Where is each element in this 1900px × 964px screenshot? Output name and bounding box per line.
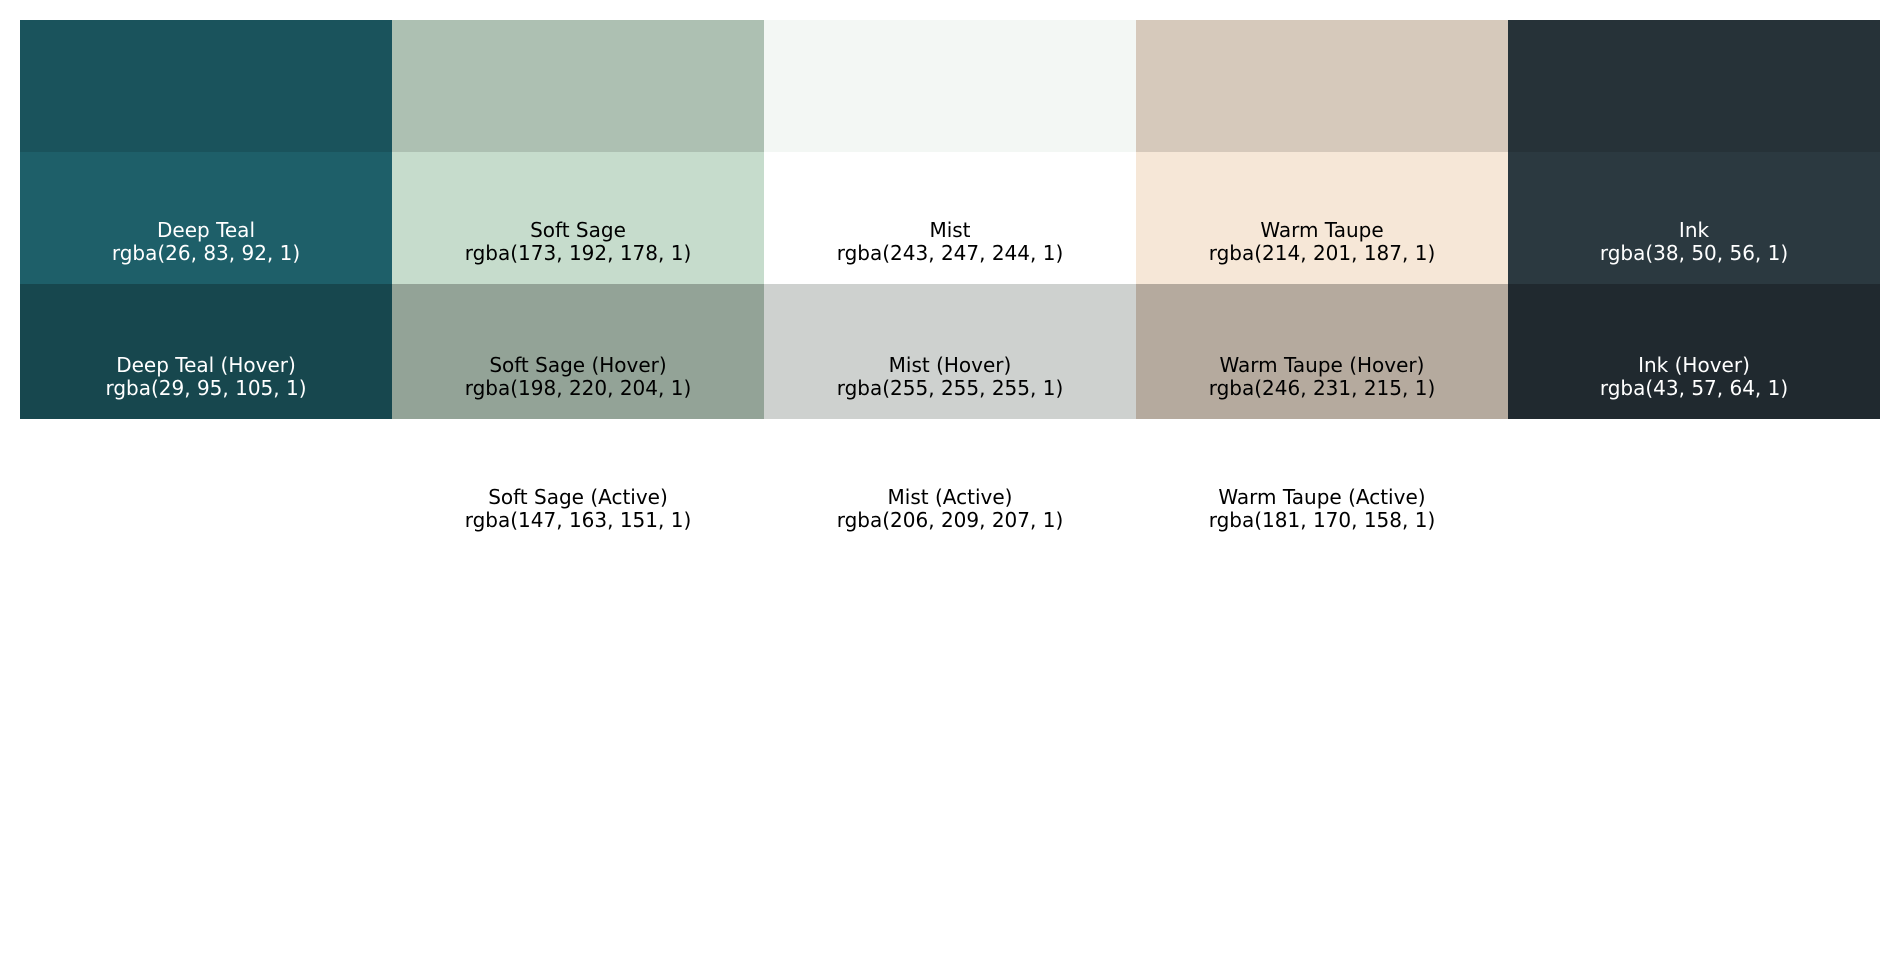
color-swatch-hover: Mist (Hover) rgba(255, 255, 255, 1) [764,284,1136,419]
color-label: Ink (Hover) rgba(43, 57, 64, 1) [1508,354,1880,400]
color-swatch-base: Warm Taupe rgba(214, 201, 187, 1) [1136,152,1508,284]
color-label: Soft Sage (Hover) rgba(198, 220, 204, 1) [392,354,764,400]
color-swatch-hover: Warm Taupe (Hover) rgba(246, 231, 215, 1… [1136,284,1508,419]
color-name: Soft Sage (Hover) [489,353,667,377]
color-label: Deep Teal rgba(26, 83, 92, 1) [20,219,392,265]
color-swatch-base: Mist rgba(243, 247, 244, 1) [764,152,1136,284]
color-label: Soft Sage rgba(173, 192, 178, 1) [392,219,764,265]
color-column-deep-teal: Deep Teal rgba(26, 83, 92, 1) Deep Teal … [20,20,392,551]
color-label: Warm Taupe (Hover) rgba(246, 231, 215, 1… [1136,354,1508,400]
color-value: rgba(198, 220, 204, 1) [464,376,692,400]
color-swatch-hover: Deep Teal (Hover) rgba(29, 95, 105, 1) [20,284,392,419]
color-column-ink: Ink rgba(38, 50, 56, 1) Ink (Hover) rgba… [1508,20,1880,551]
color-name: Mist (Hover) [888,353,1012,377]
color-swatch-primary [1136,20,1508,152]
color-value: rgba(43, 57, 64, 1) [1599,376,1789,400]
color-value: rgba(246, 231, 215, 1) [1208,376,1436,400]
color-name: Deep Teal [157,218,255,242]
color-swatch-primary [1508,20,1880,152]
color-swatch-active: Soft Sage (Active) rgba(147, 163, 151, 1… [392,419,764,551]
color-label: Mist rgba(243, 247, 244, 1) [764,219,1136,265]
color-label: Ink rgba(38, 50, 56, 1) [1508,219,1880,265]
color-swatch-primary [392,20,764,152]
color-value: rgba(26, 83, 92, 1) [111,241,301,265]
color-value: rgba(255, 255, 255, 1) [836,376,1064,400]
color-palette: Deep Teal rgba(26, 83, 92, 1) Deep Teal … [20,20,1880,551]
color-name: Soft Sage [530,218,626,242]
color-swatch-primary [764,20,1136,152]
color-swatch-base: Soft Sage rgba(173, 192, 178, 1) [392,152,764,284]
color-value: rgba(206, 209, 207, 1) [836,508,1064,532]
color-name: Ink [1678,218,1710,242]
color-swatch-active: Mist (Active) rgba(206, 209, 207, 1) [764,419,1136,551]
color-label: Mist (Hover) rgba(255, 255, 255, 1) [764,354,1136,400]
color-name: Ink (Hover) [1638,353,1750,377]
color-value: rgba(214, 201, 187, 1) [1208,241,1436,265]
color-swatch-base: Ink rgba(38, 50, 56, 1) [1508,152,1880,284]
color-label: Deep Teal (Hover) rgba(29, 95, 105, 1) [20,354,392,400]
color-name: Mist (Active) [887,485,1013,509]
color-column-mist: Mist rgba(243, 247, 244, 1) Mist (Hover)… [764,20,1136,551]
color-value: rgba(38, 50, 56, 1) [1599,241,1789,265]
color-column-soft-sage: Soft Sage rgba(173, 192, 178, 1) Soft Sa… [392,20,764,551]
color-label: Warm Taupe (Active) rgba(181, 170, 158, … [1136,486,1508,532]
color-value: rgba(173, 192, 178, 1) [464,241,692,265]
color-label: Soft Sage (Active) rgba(147, 163, 151, 1… [392,486,764,532]
color-name: Warm Taupe [1260,218,1384,242]
color-swatch-hover: Soft Sage (Hover) rgba(198, 220, 204, 1) [392,284,764,419]
color-name: Warm Taupe (Hover) [1219,353,1425,377]
color-column-warm-taupe: Warm Taupe rgba(214, 201, 187, 1) Warm T… [1136,20,1508,551]
color-label: Warm Taupe rgba(214, 201, 187, 1) [1136,219,1508,265]
color-value: rgba(181, 170, 158, 1) [1208,508,1436,532]
color-value: rgba(29, 95, 105, 1) [105,376,307,400]
color-name: Deep Teal (Hover) [116,353,296,377]
color-value: rgba(147, 163, 151, 1) [464,508,692,532]
color-label: Mist (Active) rgba(206, 209, 207, 1) [764,486,1136,532]
color-value: rgba(243, 247, 244, 1) [836,241,1064,265]
color-swatch-active: Warm Taupe (Active) rgba(181, 170, 158, … [1136,419,1508,551]
color-name: Soft Sage (Active) [488,485,668,509]
color-swatch-base: Deep Teal rgba(26, 83, 92, 1) [20,152,392,284]
color-swatch-hover: Ink (Hover) rgba(43, 57, 64, 1) [1508,284,1880,419]
color-name: Warm Taupe (Active) [1218,485,1426,509]
color-name: Mist [929,218,971,242]
color-swatch-primary [20,20,392,152]
